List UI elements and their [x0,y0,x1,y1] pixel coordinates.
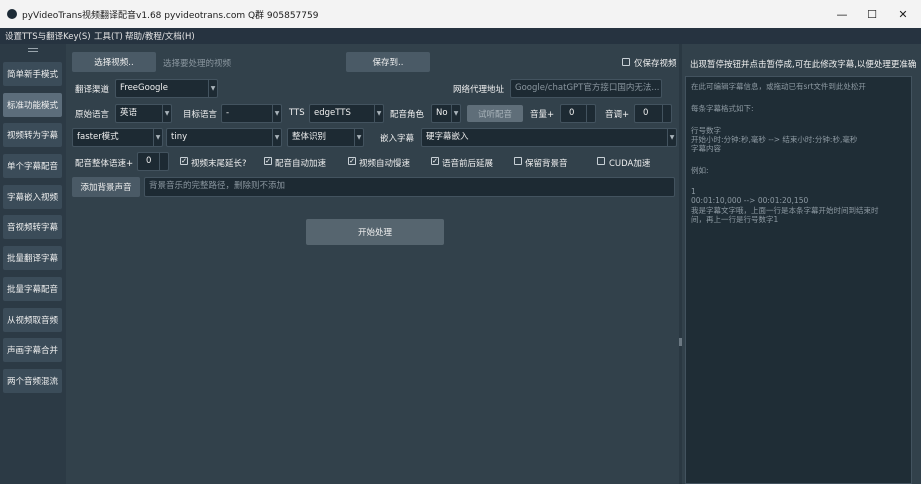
extend-video-checkbox[interactable]: ✓ [180,157,188,165]
add-bgm-button[interactable]: 添加背景声音 [72,177,140,197]
cuda-label: CUDA加速 [609,159,651,169]
spin-arrows-icon[interactable] [586,105,595,122]
tts-label: TTS [289,108,305,118]
voice-extend-checkbox[interactable]: ✓ [431,157,439,165]
translate-channel-label: 翻译渠道 [75,85,110,95]
keep-bgm-label: 保留背景音 [525,159,568,169]
source-lang-label: 原始语言 [75,110,110,120]
proxy-label: 网络代理地址 [453,85,505,95]
chevron-down-icon: ▼ [272,105,281,122]
spin-arrows-icon[interactable] [159,153,168,170]
sidebar-item-mix-audio[interactable]: 两个音频混流 [3,369,62,393]
model-select[interactable]: tiny ▼ [166,128,282,147]
source-lang-value: 英语 [120,108,138,118]
sidebar-item-standard-mode[interactable]: 标准功能模式 [3,93,62,117]
volume-spinbox[interactable]: 0 [560,104,596,123]
chevron-down-icon: ▼ [354,129,363,146]
embed-sub-value: 硬字幕嵌入 [426,132,469,142]
target-lang-value: - [226,108,230,118]
title-bar: pyVideoTrans视频翻译配音v1.68 pyvideotrans.com… [0,0,921,28]
keep-bgm-checkbox[interactable] [514,157,522,165]
save-to-button[interactable]: 保存到.. [346,52,430,72]
auto-speedup-checkbox[interactable]: ✓ [264,157,272,165]
subtitle-panel-header: 出现暂停按钮并点击暂停成,可在此修改字幕,以便处理更准确 [690,60,917,70]
chevron-down-icon: ▼ [272,129,281,146]
editor-line: 在此可编辑字幕信息，或拖动已有srt文件到此处松开 [691,82,866,91]
pitch-value: 0 [643,108,649,118]
source-lang-select[interactable]: 英语 ▼ [115,104,172,123]
chevron-down-icon: ▼ [667,129,676,146]
sidebar-item-embed-subtitle[interactable]: 字幕嵌入视频 [3,185,62,209]
app-icon [7,9,17,19]
volume-label: 音量+ [530,110,555,120]
save-only-checkbox[interactable] [622,58,630,66]
menu-bar: 设置TTS与翻译Key(S) 工具(T) 帮助/教程/文档(H) [0,28,921,44]
window-title: pyVideoTrans视频翻译配音v1.68 pyvideotrans.com… [22,11,319,21]
cuda-checkbox[interactable] [597,157,605,165]
sidebar-item-simple-mode[interactable]: 简单新手模式 [3,62,62,86]
menu-help[interactable]: 帮助/教程/文档(H) [125,30,195,42]
editor-line: 字幕内容 [691,144,721,153]
sidebar-item-video-to-subtitle[interactable]: 视频转为字幕 [3,123,62,147]
editor-line: 00:01:10,000 --> 00:01:20,150 [691,196,809,205]
pitch-label: 音调+ [605,110,630,120]
proxy-input[interactable]: Google/chatGPT官方接口国内无法... [510,79,662,98]
speed-label: 配音整体语速+ [75,159,134,169]
editor-line: 例如: [691,166,709,175]
voice-extend-label: 语音前后延展 [442,159,494,169]
tts-value: edgeTTS [314,108,351,118]
sidebar-item-merge-av[interactable]: 声画字幕合并 [3,338,62,362]
editor-line: 每条字幕格式如下: [691,104,754,113]
volume-value: 0 [569,108,575,118]
maximize-button[interactable]: ☐ [857,3,887,25]
translate-channel-select[interactable]: FreeGoogle ▼ [115,79,218,98]
translate-channel-value: FreeGoogle [120,83,169,93]
recognition-select[interactable]: 整体识别 ▼ [287,128,364,147]
sidebar-item-subtitle-dubbing[interactable]: 单个字幕配音 [3,154,62,178]
chevron-down-icon: ▼ [374,105,383,122]
tts-select[interactable]: edgeTTS ▼ [309,104,384,123]
sidebar-item-extract-audio[interactable]: 从视频取音频 [3,308,62,332]
minimize-button[interactable]: — [827,3,857,25]
editor-line: 1 [691,187,696,196]
chevron-down-icon: ▼ [153,129,162,146]
voice-role-label: 配音角色 [390,110,425,120]
chevron-down-icon: ▼ [451,105,460,122]
bgm-path-input[interactable]: 背景音乐的完整路径，删除则不添加 [144,177,675,197]
save-only-label: 仅保存视频 [634,59,677,69]
target-lang-select[interactable]: - ▼ [221,104,282,123]
menu-tools[interactable]: 工具(T) [94,30,123,42]
target-lang-label: 目标语言 [183,110,218,120]
auto-slowdown-label: 视频自动慢速 [359,159,411,169]
model-value: tiny [171,132,188,142]
sidebar-item-av-to-subtitle[interactable]: 音视频转字幕 [3,215,62,239]
auto-speedup-label: 配音自动加速 [275,159,327,169]
close-button[interactable]: ✕ [888,3,918,25]
embed-sub-select[interactable]: 硬字幕嵌入 ▼ [421,128,677,147]
voice-role-value: No [436,108,448,118]
select-video-hint: 选择要处理的视频 [163,59,232,69]
chevron-down-icon: ▼ [162,105,171,122]
listen-button[interactable]: 试听配音 [467,105,523,122]
voice-role-select[interactable]: No ▼ [431,104,461,123]
sidebar-item-batch-dubbing[interactable]: 批量字幕配音 [3,277,62,301]
embed-sub-label: 嵌入字幕 [380,134,415,144]
pitch-spinbox[interactable]: 0 [634,104,672,123]
sidebar-handle-icon[interactable] [28,48,38,52]
recognition-value: 整体识别 [292,132,327,142]
chevron-down-icon: ▼ [208,80,217,97]
sidebar-item-batch-translate[interactable]: 批量翻译字幕 [3,246,62,270]
select-video-button[interactable]: 选择视频.. [72,52,156,72]
editor-line: 间，再上一行是行号数字1 [691,215,779,224]
whisper-mode-select[interactable]: faster模式 ▼ [72,128,163,147]
auto-slowdown-checkbox[interactable]: ✓ [348,157,356,165]
menu-settings[interactable]: 设置TTS与翻译Key(S) [5,30,91,42]
whisper-mode-value: faster模式 [77,132,119,142]
extend-video-label: 视频末尾延长? [191,159,247,169]
speed-value: 0 [146,156,152,166]
spin-arrows-icon[interactable] [662,105,671,122]
subtitle-editor[interactable]: 在此可编辑字幕信息，或拖动已有srt文件到此处松开 每条字幕格式如下: 行号数字… [685,76,912,484]
start-button[interactable]: 开始处理 [306,219,444,245]
speed-spinbox[interactable]: 0 [137,152,169,171]
